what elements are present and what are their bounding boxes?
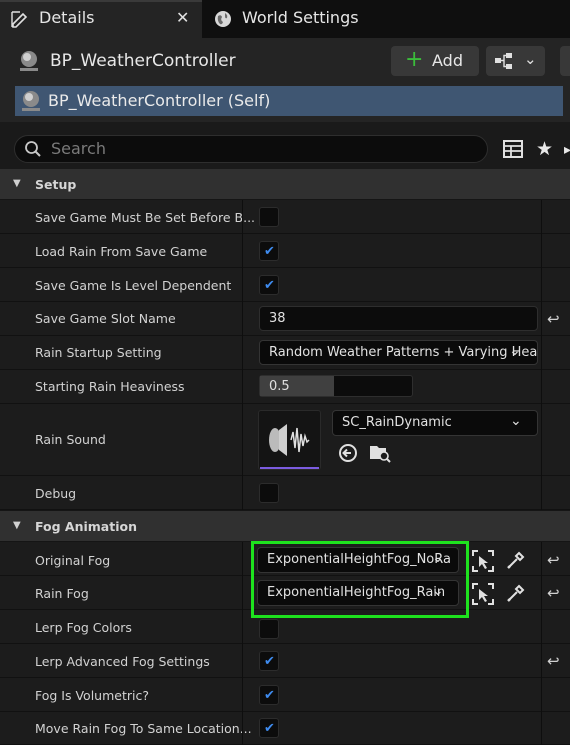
- category-expand-icon[interactable]: ▼: [13, 520, 21, 531]
- reset-to-default-icon[interactable]: ↩: [547, 584, 560, 602]
- checkmark-icon: ✔: [264, 688, 275, 703]
- property-label: Starting Rain Heaviness: [35, 379, 185, 394]
- chevron-down-icon: ⌄: [510, 413, 522, 429]
- actor-icon: [17, 49, 41, 76]
- search-icon: [24, 140, 42, 161]
- rain-heaviness-slider[interactable]: 0.5: [259, 375, 413, 397]
- checkmark-icon: ✔: [264, 278, 275, 293]
- column-divider[interactable]: [242, 200, 243, 510]
- property-label: Lerp Advanced Fog Settings: [35, 654, 210, 669]
- checkmark-icon: ✔: [264, 654, 275, 669]
- property-checkbox[interactable]: [259, 619, 279, 639]
- pencil-icon: [10, 9, 30, 32]
- checkmark-icon: ✔: [264, 244, 275, 259]
- pick-actor-icon[interactable]: [472, 583, 494, 608]
- property-checkbox[interactable]: ✔: [259, 275, 279, 295]
- column-divider[interactable]: [242, 542, 243, 745]
- actor-self-icon: [19, 89, 43, 116]
- property-checkbox[interactable]: [259, 207, 279, 227]
- asset-type-bar: [260, 467, 319, 469]
- browse-asset-icon[interactable]: [369, 443, 391, 466]
- property-checkbox[interactable]: ✔: [259, 718, 279, 738]
- slider-value: 0.5: [269, 379, 290, 394]
- pick-actor-icon[interactable]: [472, 550, 494, 575]
- component-self-label: BP_WeatherController (Self): [48, 91, 271, 110]
- eyedropper-icon[interactable]: [506, 550, 526, 573]
- actor-name: BP_WeatherController: [50, 51, 236, 71]
- property-label: Save Game Slot Name: [35, 311, 176, 326]
- property-row: [0, 476, 570, 510]
- property-label: Save Game Is Level Dependent: [35, 278, 232, 293]
- add-button-label: Add: [432, 51, 463, 70]
- chevron-down-icon: ⌄: [509, 343, 521, 359]
- sound-asset-dropdown[interactable]: SC_RainDynamic: [332, 410, 538, 436]
- property-label: Move Rain Fog To Same Location...: [35, 721, 252, 736]
- dropdown-value: Random Weather Patterns + Varying Hea: [269, 345, 538, 360]
- dropdown-value: SC_RainDynamic: [342, 415, 452, 430]
- property-label: Rain Sound: [35, 432, 106, 447]
- property-label: Lerp Fog Colors: [35, 620, 132, 635]
- close-tab-icon[interactable]: ✕: [176, 8, 189, 27]
- table-view-icon[interactable]: [503, 140, 523, 161]
- checkmark-icon: ✔: [264, 721, 275, 736]
- category-setup-label: Setup: [35, 177, 77, 192]
- use-selected-asset-icon[interactable]: [338, 443, 358, 466]
- tab-details[interactable]: [0, 0, 202, 38]
- sound-asset-thumbnail[interactable]: [258, 410, 321, 470]
- property-label: Rain Fog: [35, 586, 89, 601]
- add-component-button[interactable]: + Add: [391, 46, 479, 76]
- column-divider: [541, 542, 542, 745]
- column-divider: [541, 200, 542, 510]
- sound-wave-icon: [263, 420, 319, 463]
- hierarchy-icon: [494, 52, 514, 73]
- reset-to-default-icon[interactable]: ↩: [547, 652, 560, 670]
- blueprint-options-button[interactable]: ⌄: [486, 46, 545, 76]
- globe-icon: [214, 10, 232, 31]
- category-fog-animation-label: Fog Animation: [35, 519, 137, 534]
- search-placeholder: Search: [51, 139, 106, 158]
- property-label: Debug: [35, 486, 77, 501]
- property-label: Fog Is Volumetric?: [35, 688, 149, 703]
- property-label: Rain Startup Setting: [35, 345, 162, 360]
- reset-to-default-icon[interactable]: ↩: [547, 310, 560, 328]
- star-icon[interactable]: ★: [536, 138, 553, 160]
- rain-startup-dropdown[interactable]: Random Weather Patterns + Varying Hea: [259, 340, 538, 365]
- plus-icon: +: [405, 47, 424, 72]
- category-expand-icon[interactable]: ▼: [13, 178, 21, 189]
- settings-icon[interactable]: ▸: [564, 142, 570, 158]
- eyedropper-icon[interactable]: [506, 583, 526, 606]
- chevron-down-icon: ⌄: [524, 50, 537, 68]
- property-checkbox[interactable]: [259, 483, 279, 503]
- slot-name-input[interactable]: 38: [259, 306, 538, 331]
- overflow-button[interactable]: [560, 46, 570, 76]
- reset-to-default-icon[interactable]: ↩: [547, 551, 560, 569]
- property-label: Original Fog: [35, 553, 111, 568]
- highlight-box: [251, 541, 469, 618]
- property-label: Save Game Must Be Set Before B...: [35, 210, 256, 225]
- property-checkbox[interactable]: ✔: [259, 685, 279, 705]
- tab-world-settings[interactable]: World Settings: [242, 8, 359, 27]
- category-setup[interactable]: [0, 169, 570, 199]
- property-checkbox[interactable]: ✔: [259, 651, 279, 671]
- property-label: Load Rain From Save Game: [35, 244, 208, 259]
- property-checkbox[interactable]: ✔: [259, 241, 279, 261]
- tab-details-label: Details: [39, 8, 95, 27]
